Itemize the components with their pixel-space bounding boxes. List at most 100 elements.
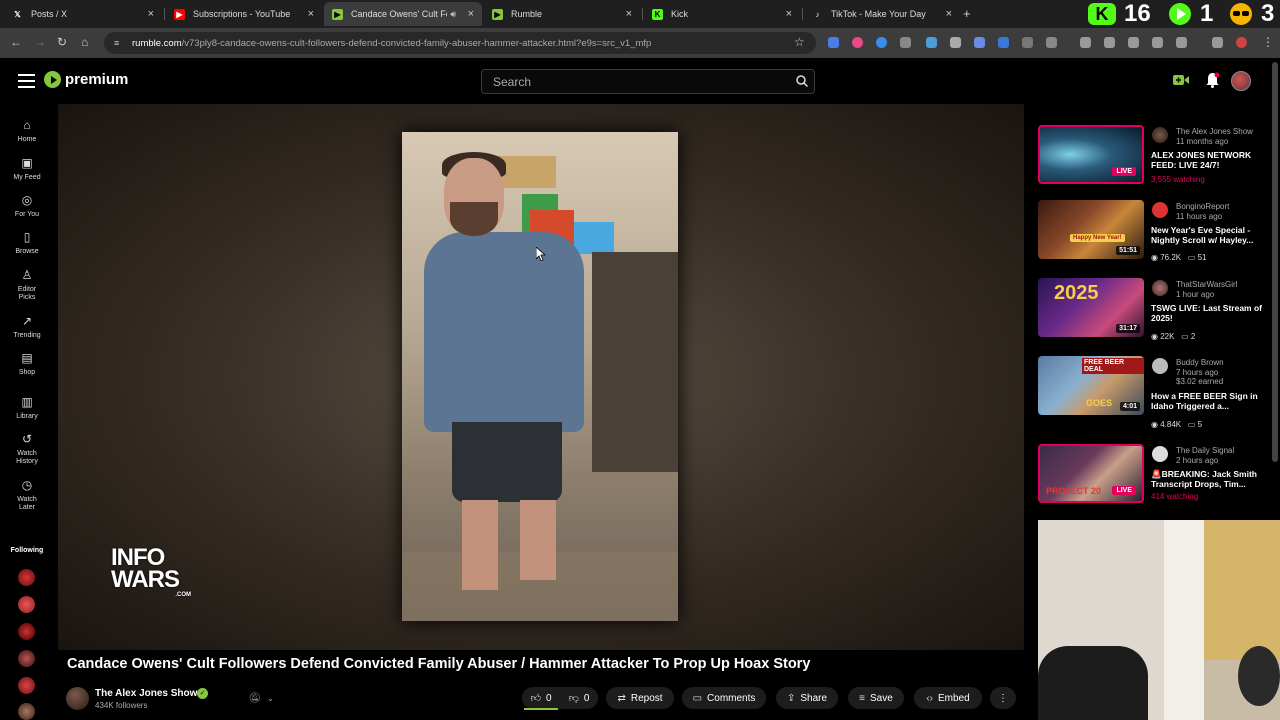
close-icon[interactable]: × <box>626 8 632 20</box>
hamburger-menu-icon[interactable] <box>18 74 35 88</box>
rumble-logo[interactable]: premium <box>44 71 128 88</box>
repost-button[interactable]: ⇄ Repost <box>606 687 674 709</box>
extension-icon[interactable] <box>1022 37 1033 48</box>
followed-channel-avatar[interactable] <box>18 703 35 720</box>
menu-icon[interactable] <box>1212 37 1223 48</box>
channel-avatar[interactable] <box>1152 280 1168 296</box>
extension-icon[interactable] <box>900 37 911 48</box>
sidebar-item-home[interactable]: ⌂ Home <box>0 118 54 144</box>
sidebar-item-editor-picks[interactable]: ♙ Editor Picks <box>0 268 54 302</box>
close-icon[interactable]: × <box>148 8 154 20</box>
extension-counter[interactable]: 3 <box>1261 0 1274 27</box>
close-icon[interactable]: × <box>946 8 952 20</box>
video-thumbnail[interactable]: Happy New Year! 51:51 <box>1038 200 1144 259</box>
video-player[interactable]: INFO WARS .COM <box>58 104 1024 650</box>
tab-rumble[interactable]: ▶ Rumble × <box>484 2 640 26</box>
rail-channel-name[interactable]: Buddy Brown <box>1176 358 1224 367</box>
rail-video-title[interactable]: New Year's Eve Special - Nightly Scroll … <box>1151 225 1271 245</box>
extension-counter[interactable]: 16 <box>1124 0 1151 27</box>
upvote-button[interactable]: 👍︎ 0 <box>531 692 552 704</box>
history-icon[interactable] <box>1080 37 1091 48</box>
video-thumbnail[interactable]: FREE BEER DEAL GOES 4:01 <box>1038 356 1144 415</box>
video-thumbnail[interactable]: LIVE <box>1038 125 1144 184</box>
followed-channel-avatar[interactable] <box>18 623 35 640</box>
sidebar-item-browse[interactable]: ▯ Browse <box>0 230 54 256</box>
close-icon[interactable]: × <box>308 8 314 20</box>
extension-counter[interactable]: 1 <box>1200 0 1213 27</box>
extension-icon[interactable] <box>876 37 887 48</box>
extension-icon[interactable] <box>1176 37 1187 48</box>
rail-channel-name[interactable]: BonginoReport <box>1176 202 1229 211</box>
speaker-icon[interactable]: 🔊︎ <box>450 9 456 20</box>
close-icon[interactable]: × <box>786 8 792 20</box>
followed-channel-avatar[interactable] <box>18 650 35 667</box>
rail-video-title[interactable]: 🚨BREAKING: Jack Smith Transcript Drops, … <box>1151 469 1271 489</box>
channel-avatar[interactable] <box>1152 446 1168 462</box>
url-input[interactable]: ≡ rumble.com/v73ply8-candace-owens-cult-… <box>104 32 816 54</box>
rail-channel-name[interactable]: The Daily Signal <box>1176 446 1234 455</box>
share-button[interactable]: ⇪ Share <box>776 687 838 709</box>
rail-channel-name[interactable]: The Alex Jones Show <box>1176 127 1253 136</box>
rail-video-title[interactable]: ALEX JONES NETWORK FEED: LIVE 24/7! <box>1151 150 1271 170</box>
home-icon[interactable]: ⌂ <box>81 35 88 49</box>
notification-toggle-button[interactable]: 🔕︎ ⌄ <box>240 688 282 708</box>
site-info-icon[interactable]: ≡ <box>114 38 124 48</box>
extension-icon[interactable] <box>998 37 1009 48</box>
reload-icon[interactable]: ↻ <box>57 35 67 49</box>
channel-avatar[interactable] <box>1152 127 1168 143</box>
upload-video-icon[interactable] <box>1172 72 1190 88</box>
sidebar-item-for-you[interactable]: ◎ For You <box>0 193 54 219</box>
bookmark-star-icon[interactable]: ☆ <box>794 35 805 49</box>
close-icon[interactable]: × <box>468 8 474 20</box>
sidebar-item-shop[interactable]: ▤ Shop <box>0 351 54 377</box>
sidebar-icon[interactable] <box>1152 37 1163 48</box>
back-icon[interactable]: ← <box>10 35 22 49</box>
new-tab-button[interactable]: + <box>963 6 971 21</box>
extension-icon[interactable] <box>950 37 961 48</box>
rail-channel-name[interactable]: ThatStarWarsGirl <box>1176 280 1238 289</box>
embed-button[interactable]: ‹› Embed <box>914 687 982 709</box>
rail-video-item[interactable]: PROJECT 20 LIVE The Daily Signal 2 hours… <box>1038 444 1274 504</box>
code-icon[interactable] <box>1128 37 1139 48</box>
search-icon[interactable] <box>795 74 809 88</box>
rail-video-title[interactable]: TSWG LIVE: Last Stream of 2025! <box>1151 303 1271 323</box>
extension-icon[interactable] <box>828 37 839 48</box>
followed-channel-avatar[interactable] <box>18 677 35 694</box>
rail-video-item[interactable]: Happy New Year! 51:51 BonginoReport 11 h… <box>1038 200 1274 262</box>
rail-video-item[interactable]: 2025 31:17 ThatStarWarsGirl 1 hour ago T… <box>1038 278 1274 341</box>
followed-channel-avatar[interactable] <box>18 596 35 613</box>
channel-avatar[interactable] <box>1152 358 1168 374</box>
video-thumbnail[interactable]: PROJECT 20 LIVE <box>1038 444 1144 503</box>
channel-avatar[interactable] <box>1152 202 1168 218</box>
extension-icon[interactable] <box>974 37 985 48</box>
rail-video-item[interactable]: FREE BEER DEAL GOES 4:01 Buddy Brown 7 h… <box>1038 356 1274 429</box>
search-input[interactable]: Search <box>481 69 815 94</box>
tab-posts-x[interactable]: 𝕏 Posts / X × <box>4 2 162 26</box>
play-extension-icon[interactable] <box>1168 3 1194 25</box>
video-thumbnail[interactable]: 2025 31:17 <box>1038 278 1144 337</box>
more-options-button[interactable]: ⋮ <box>990 687 1016 709</box>
forward-icon[interactable]: → <box>34 35 46 49</box>
page-scrollbar[interactable] <box>1272 62 1278 462</box>
kick-extension-icon[interactable]: K <box>1088 3 1116 25</box>
rail-video-title[interactable]: How a FREE BEER Sign in Idaho Triggered … <box>1151 391 1271 411</box>
comments-button[interactable]: ▭ Comments <box>682 687 766 709</box>
puzzle-icon[interactable] <box>1046 37 1057 48</box>
browser-menu-icon[interactable]: ⋮ <box>1262 35 1274 49</box>
tab-candace-owens[interactable]: ▶ Candace Owens' Cult Follo 🔊︎ × <box>324 2 482 26</box>
channel-name[interactable]: The Alex Jones Show <box>95 688 197 699</box>
bell-icon[interactable] <box>1205 72 1220 88</box>
tab-kick[interactable]: K Kick × <box>644 2 800 26</box>
downvote-button[interactable]: 👎︎ 0 <box>569 692 590 704</box>
goggles-extension-icon[interactable] <box>1228 3 1254 25</box>
sidebar-item-my-feed[interactable]: ▣ My Feed <box>0 156 54 182</box>
sidebar-item-library[interactable]: ▥ Library <box>0 395 54 421</box>
sidebar-item-trending[interactable]: ↗ Trending <box>0 314 54 340</box>
extension-icon[interactable] <box>852 37 863 48</box>
save-button[interactable]: ≡ Save <box>848 687 904 709</box>
extension-icon[interactable] <box>926 37 937 48</box>
extension-icon[interactable] <box>1104 37 1115 48</box>
followed-channel-avatar[interactable] <box>18 569 35 586</box>
profile-avatar[interactable] <box>1236 37 1247 48</box>
sidebar-item-watch-history[interactable]: ↺ Watch History <box>0 432 54 466</box>
